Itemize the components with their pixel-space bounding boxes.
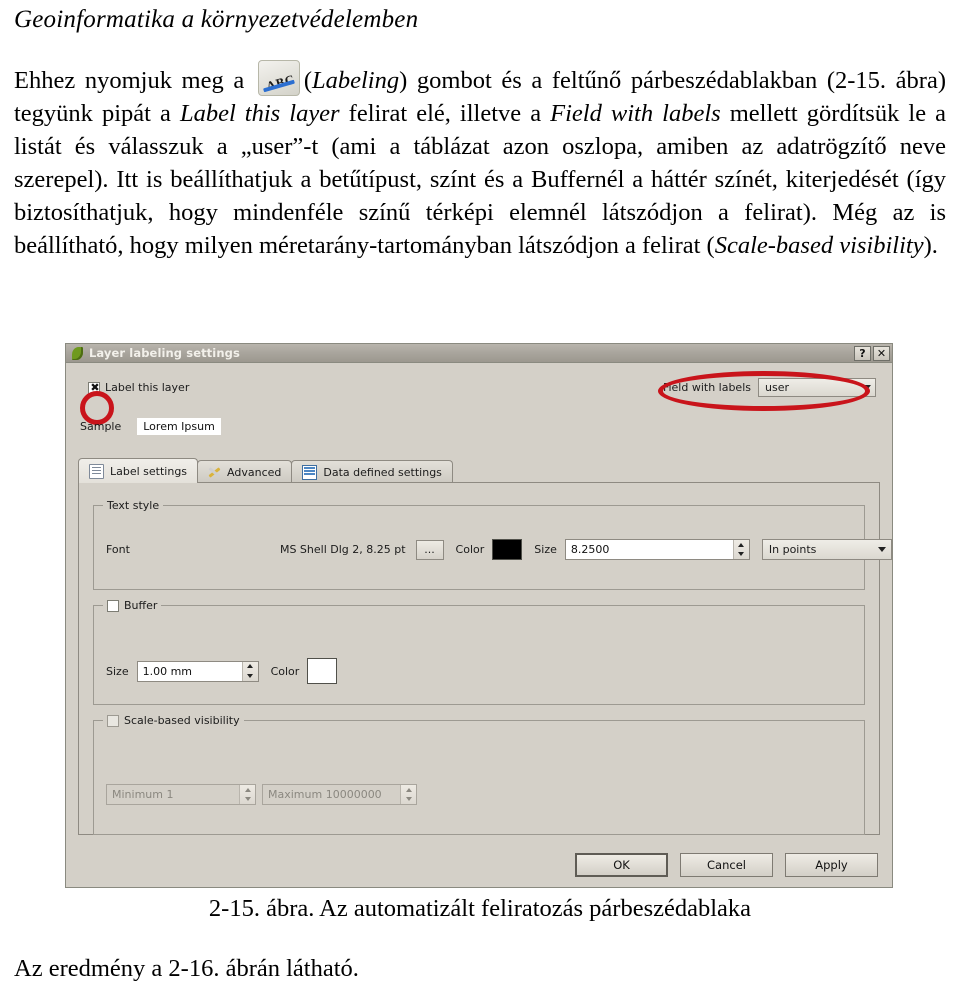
scale-visibility-title-row[interactable]: Scale-based visibility [103,714,244,727]
apply-button[interactable]: Apply [785,853,878,877]
spin-down-icon[interactable] [401,795,416,805]
scale-maximum-stepper[interactable] [400,785,416,804]
text-color-label: Color [455,543,485,556]
scale-visibility-checkbox[interactable] [107,714,119,727]
paragraph-segment-1: Ehhez nyomjuk meg a [14,67,254,94]
scale-visibility-row: Minimum 1 Maximum 10000000 [106,784,417,805]
field-with-labels-value: user [765,381,789,394]
cancel-button[interactable]: Cancel [680,853,773,877]
help-button[interactable]: ? [854,345,871,361]
emphasis-labeling: Labeling [312,67,400,94]
body-paragraph: Ehhez nyomjuk meg a ABC(Labeling) gombot… [14,60,946,262]
sample-preview: Lorem Ipsum [137,418,221,435]
tab-data-defined-settings-label: Data defined settings [323,465,442,479]
scale-visibility-groupbox: Scale-based visibility Minimum 1 Maximum… [93,714,865,835]
tab-label-settings[interactable]: Label settings [78,458,199,483]
figure-caption: 2-15. ábra. Az automatizált feliratozás … [208,895,752,922]
paragraph-segment-2: ( [303,67,312,94]
checkbox-box-icon [88,381,101,395]
buffer-size-spinbox[interactable]: 1.00 mm [136,660,259,682]
label-this-layer-label: Label this layer [105,381,190,394]
emphasis-field-with-labels: Field with labels [550,100,721,127]
text-size-label: Size [534,543,557,556]
buffer-title: Buffer [124,599,158,612]
font-browse-button[interactable]: ... [415,539,444,560]
paragraph-segment-4: felirat elé, illetve a [339,100,551,127]
spin-up-icon[interactable] [734,540,749,550]
list-icon [89,463,104,479]
buffer-groupbox: Buffer Size 1.00 mm Color [93,599,865,705]
paragraph-segment-6: ). [923,232,938,259]
spin-up-icon[interactable] [401,785,416,795]
table-icon [302,464,318,480]
labeling-toolbar-icon: ABC [257,60,300,96]
field-with-labels-group: Field with labels user [658,371,876,411]
buffer-size-stepper[interactable] [241,661,258,681]
chevron-down-icon [874,540,891,559]
font-label: Font [106,543,130,556]
closing-text: Az eredmény a 2-16. ábrán látható. [14,955,359,982]
dialog-titlebar: Layer labeling settings ? ✕ [66,344,892,363]
spin-up-icon[interactable] [240,785,255,795]
layer-labeling-settings-dialog: Layer labeling settings ? ✕ Label this l… [65,343,893,888]
font-size-spinbox[interactable]: 8.2500 [564,539,750,560]
spin-down-icon[interactable] [243,671,258,681]
spin-down-icon[interactable] [734,550,749,560]
tools-icon [208,466,221,479]
scale-maximum-spinbox[interactable]: Maximum 10000000 [262,784,417,805]
spin-up-icon[interactable] [243,662,258,672]
scale-visibility-title: Scale-based visibility [124,714,240,727]
emphasis-scale-based-visibility: Scale-based visibility [714,232,924,259]
label-this-layer-checkbox[interactable]: Label this layer [88,381,190,395]
close-button[interactable]: ✕ [873,345,890,361]
spin-down-icon[interactable] [240,795,255,805]
dialog-footer: OK Cancel Apply [575,853,878,877]
sample-label: Sample [80,420,122,433]
dialog-title: Layer labeling settings [89,346,240,360]
tabstrip: Label settings Advanced Data defined set… [78,458,880,483]
buffer-checkbox[interactable] [107,599,119,612]
scale-minimum-spinbox[interactable]: Minimum 1 [106,784,256,805]
running-head: Geoinformatika a környezetvédelemben [14,6,419,33]
font-size-units-value: In points [768,543,817,556]
scale-minimum-value: Minimum 1 [112,788,174,801]
text-style-groupbox: Text style Font MS Shell Dlg 2, 8.25 pt … [93,499,892,590]
text-color-swatch[interactable] [492,539,523,560]
tab-panel-label-settings: Text style Font MS Shell Dlg 2, 8.25 pt … [78,482,892,835]
chevron-down-icon [858,379,875,396]
tab-data-defined-settings[interactable]: Data defined settings [291,460,453,483]
ok-button[interactable]: OK [575,853,668,877]
dialog-body: Label this layer Field with labels user … [66,363,892,887]
tab-advanced[interactable]: Advanced [197,460,293,483]
buffer-row: Size 1.00 mm Color [106,658,338,684]
dialog-top-row: Label this layer Field with labels user [66,371,892,425]
buffer-color-swatch[interactable] [307,658,338,684]
buffer-size-label: Size [106,664,129,678]
scale-maximum-value: Maximum 10000000 [268,788,382,801]
text-style-title: Text style [103,499,164,512]
tab-label-settings-label: Label settings [110,464,188,478]
font-value: MS Shell Dlg 2, 8.25 pt [279,543,406,556]
buffer-color-label: Color [270,664,300,678]
qgis-leaf-icon [71,346,84,360]
sample-row: Sample Lorem Ipsum [80,418,221,435]
scale-minimum-stepper[interactable] [239,785,255,804]
font-size-units-combo[interactable]: In points [761,539,892,560]
buffer-size-value: 1.00 mm [142,664,193,678]
tab-advanced-label: Advanced [227,465,282,479]
field-with-labels-label: Field with labels [662,381,751,394]
font-row: Font MS Shell Dlg 2, 8.25 pt ... Color S… [106,539,892,560]
buffer-title-row[interactable]: Buffer [103,599,162,612]
font-size-value: 8.2500 [570,543,610,556]
font-size-stepper[interactable] [732,540,749,560]
emphasis-label-this-layer: Label this layer [179,100,340,127]
field-with-labels-combo[interactable]: user [758,378,876,397]
